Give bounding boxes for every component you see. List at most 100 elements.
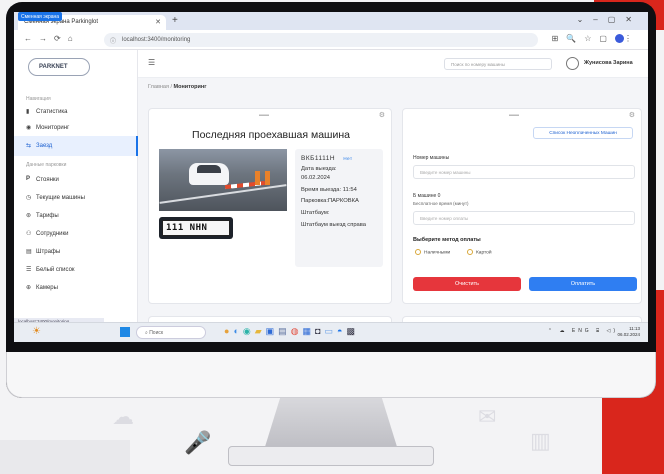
app: PARKNET Навигация ▮ Статистика ◉ Мониторин…: [14, 50, 648, 326]
plate-field-label: Номер машины: [413, 155, 450, 161]
new-tab-icon[interactable]: +: [172, 15, 178, 26]
breadcrumb-current: Мониторинг: [173, 84, 207, 90]
sidebar-section-navigation: Навигация: [26, 96, 51, 102]
tag-icon: ⊛: [26, 213, 32, 219]
url-text: localhost:3400/monitoring: [122, 37, 191, 43]
sidebar-item-current-cars[interactable]: ◷ Текущие машины: [14, 190, 138, 206]
monitor-stand-neck: [264, 398, 398, 450]
chart-icon: ▥: [530, 428, 551, 453]
sidebar-item-label: Стоянки: [36, 177, 59, 183]
taskbar-search-label: Поиск: [149, 330, 164, 336]
barrier-detail: Штатбаум выезд справа: [301, 222, 367, 229]
sidebar-item-statistics[interactable]: ▮ Статистика: [14, 104, 138, 120]
cloud-icon: ☁: [112, 404, 134, 429]
radio-cash[interactable]: Наличными: [415, 249, 450, 255]
sidebar-item-label: Мониторинг: [36, 125, 70, 131]
sidebar-item-label: Штрафы: [36, 249, 61, 255]
minutes-input[interactable]: Введите номер оплаты: [413, 211, 635, 225]
eye-icon: ◉: [26, 125, 32, 131]
taskbar-apps[interactable]: ●◐◉▰▣▤◍▦◘▭◓▩: [224, 326, 359, 337]
sidebar-item-fines[interactable]: ▤ Штрафы: [14, 244, 138, 260]
radio-card[interactable]: Картой: [467, 249, 492, 255]
exit-time: Время выезда: 11:54: [301, 186, 357, 193]
system-tray[interactable]: ⌃ ☁ ENG ⌸ ◁): [548, 328, 618, 334]
monitor-stand-base: [228, 446, 434, 466]
plate-action-button[interactable]: Нет: [343, 156, 352, 161]
card-title: Последняя проехавшая машина: [192, 129, 350, 141]
sidebar-item-label: Статистика: [36, 109, 68, 115]
taskbar-search[interactable]: ⌕ Поиск: [136, 326, 206, 339]
sidebar: PARKNET Навигация ▮ Статистика ◉ Мониторин…: [14, 50, 138, 326]
last-car-card: ▬▬ ⚙ Последняя проехавшая машина 111 NHN…: [148, 108, 392, 304]
user-name[interactable]: Жунисова Зарина: [584, 60, 633, 66]
sidebar-item-monitoring[interactable]: ◉ Мониторинг: [14, 120, 138, 136]
users-icon: ⚇: [26, 231, 32, 237]
car-photo: [159, 149, 287, 211]
logo: PARKNET: [28, 58, 90, 76]
sidebar-item-tariffs[interactable]: ⊛ Тарифы: [14, 208, 138, 224]
topbar: ☰ Поиск по номеру машины Жунисова Зарина: [138, 50, 648, 78]
clear-button[interactable]: Очистить: [413, 277, 521, 291]
windows-start-icon[interactable]: [120, 327, 130, 337]
list-icon: ☰: [26, 267, 32, 273]
taskbar: ☀ ⌕ Поиск ●◐◉▰▣▤◍▦◘▭◓▩ ⌃ ☁ ENG ⌸ ◁) 11:1…: [14, 322, 648, 342]
minutes-label: Б машине 0: [413, 193, 441, 199]
browser-toolbar-icons[interactable]: ⊞🔍☆▢ ⋮: [552, 34, 640, 44]
gear-icon[interactable]: ⚙: [379, 111, 385, 119]
chart-icon: ▮: [26, 109, 30, 115]
parking-icon: P: [26, 176, 31, 182]
avatar[interactable]: [566, 57, 579, 70]
sidebar-item-employees[interactable]: ⚇ Сотрудники: [14, 226, 138, 242]
sidebar-item-cameras[interactable]: ⊕ Камеры: [14, 280, 138, 296]
sidebar-item-entry[interactable]: ⇆ Заезд: [14, 136, 138, 156]
exit-date-value: 06.02.2024: [301, 174, 331, 181]
mail-icon: ✉: [478, 404, 497, 429]
sidebar-item-label: Заезд: [36, 143, 53, 149]
car-info-panel: ВКБ1111Н Нет Дата выезда: 06.02.2024 Вре…: [295, 149, 383, 267]
browser-addressbar: ←→⟳⌂ ⓘ localhost:3400/monitoring ⊞🔍☆▢ ⋮: [14, 30, 648, 50]
clock-date: 06.02.2024: [617, 331, 640, 337]
unpaid-cars-list-button[interactable]: Список Неоплаченных Машин: [533, 127, 633, 139]
minutes-sublabel: Бесплатное время (минут): [413, 201, 469, 206]
window-controls[interactable]: ⌄–▢✕: [577, 15, 642, 24]
pay-button[interactable]: Оплатить: [529, 277, 637, 291]
payment-card: ▬▬ ⚙ Список Неоплаченных Машин Номер маш…: [402, 108, 642, 304]
barrier-label: Штатбаум:: [301, 210, 330, 217]
search-icon: ⌕: [145, 330, 148, 336]
clock-icon: ◷: [26, 195, 32, 201]
drag-handle-icon[interactable]: ▬▬: [509, 112, 519, 118]
screen-recording-badge: Сменная экрана: [18, 12, 63, 21]
sidebar-item-label: Текущие машины: [36, 195, 85, 201]
plate-photo-text: 111 NHN: [162, 220, 230, 236]
url-input[interactable]: ⓘ localhost:3400/monitoring: [104, 33, 538, 47]
plate-input[interactable]: Введите номер машины: [413, 165, 635, 179]
sidebar-item-whitelist[interactable]: ☰ Белый список: [14, 262, 138, 278]
drag-handle-icon[interactable]: ▬▬: [259, 112, 269, 118]
clock[interactable]: 11:13 06.02.2024: [617, 326, 640, 338]
monitor-chin: [6, 352, 656, 398]
navigation-icons[interactable]: ←→⟳⌂: [24, 34, 80, 43]
weather-icon[interactable]: ☀: [32, 326, 41, 337]
parking-name: Парковка:ПАРКОВКА: [301, 198, 359, 205]
breadcrumb-home[interactable]: Главная: [148, 84, 169, 90]
screen: Сменная экрана Parkinglot ✕ Сменная экра…: [14, 12, 648, 342]
close-icon[interactable]: ✕: [155, 18, 161, 26]
exit-date-label: Дата выезда:: [301, 166, 337, 172]
sidebar-item-parkings[interactable]: P Стоянки: [14, 172, 138, 188]
gear-icon[interactable]: ⚙: [629, 111, 635, 119]
info-icon: ⓘ: [110, 39, 117, 45]
menu-icon[interactable]: ☰: [148, 58, 155, 67]
camera-icon: ⊕: [26, 285, 32, 291]
microphone-icon: 🎤: [184, 430, 212, 455]
language-indicator[interactable]: ENG: [572, 328, 592, 334]
sidebar-item-label: Белый список: [36, 267, 75, 273]
sidebar-section-parking: Данные парковки: [26, 162, 67, 168]
profile-icon[interactable]: [615, 34, 624, 44]
receipt-icon: ▤: [26, 249, 32, 255]
radio-label: Наличными: [424, 250, 451, 256]
search-input[interactable]: Поиск по номеру машины: [444, 58, 552, 70]
sidebar-item-label: Сотрудники: [36, 231, 69, 237]
browser-tabbar: Сменная экрана Parkinglot ✕ Сменная экра…: [14, 12, 648, 30]
light-accent-bottom: [0, 440, 130, 474]
sidebar-item-label: Тарифы: [36, 213, 59, 219]
